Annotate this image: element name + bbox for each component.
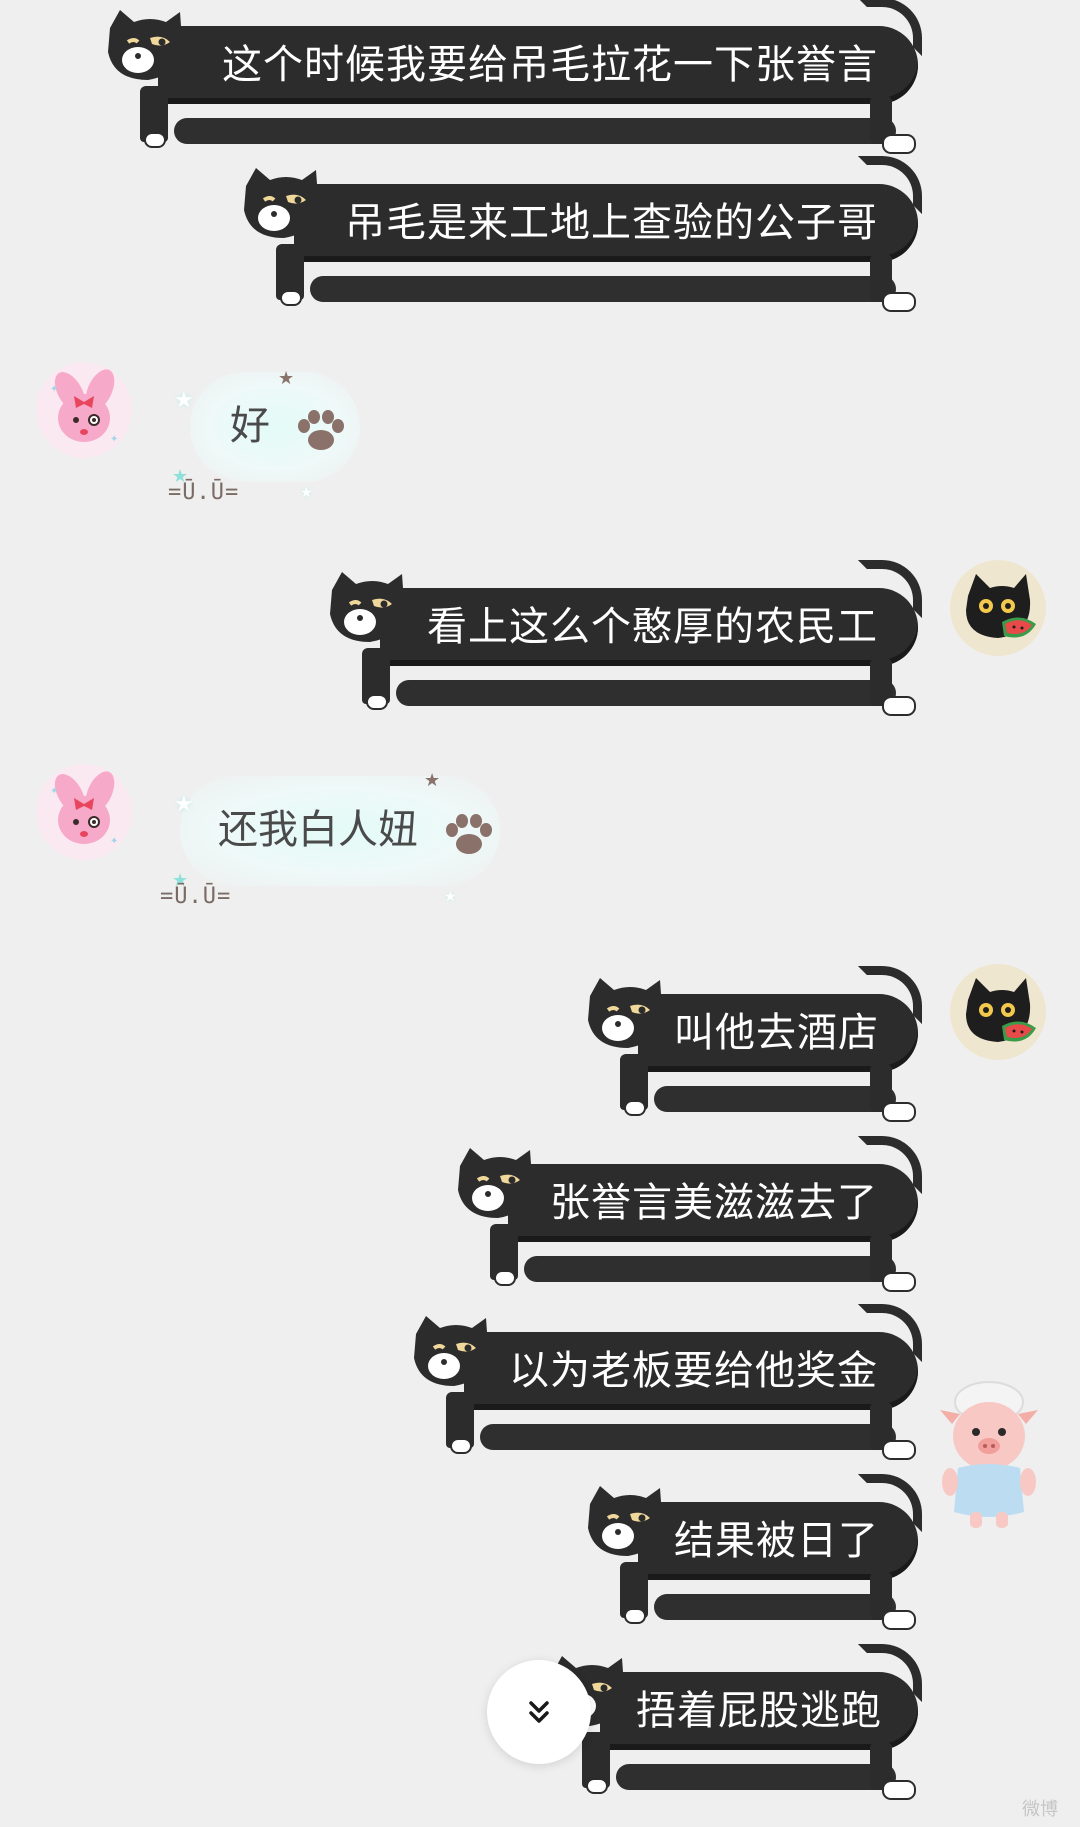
cat-head-icon xyxy=(588,978,663,1048)
message-bubble-received[interactable]: ★ ★ ★ ★ 还我白人妞 =Ū.Ū= xyxy=(160,766,500,909)
message-text: 以为老板要给他奖金 xyxy=(509,1348,878,1394)
star-icon: ★ xyxy=(174,792,194,817)
black-cat-watermelon-icon xyxy=(950,560,1046,656)
cat-head-icon xyxy=(330,572,405,642)
message-bubble-sent[interactable]: 结果被日了 xyxy=(588,1474,922,1630)
black-cat-watermelon-avatar[interactable] xyxy=(950,964,1046,1060)
chat-window: 这个时候我要给吊毛拉花一下张誉言 吊毛是来工地上查验的公子哥 ✦ ✦ ★ ★ ★… xyxy=(0,0,1080,1827)
message-bubble-sent[interactable]: 捂着屁股逃跑 xyxy=(550,1644,922,1800)
message-text: 好 xyxy=(230,403,270,449)
message-text: 还我白人妞 xyxy=(218,807,418,853)
black-cat-watermelon-icon xyxy=(950,964,1046,1060)
black-cat-watermelon-avatar[interactable] xyxy=(950,560,1046,656)
star-icon: ★ xyxy=(278,368,295,389)
svg-text:✦: ✦ xyxy=(50,786,58,797)
cat-head-icon xyxy=(244,168,319,238)
message-text: 捂着屁股逃跑 xyxy=(636,1688,882,1734)
emoticon-face: =Ū.Ū= xyxy=(168,480,240,505)
emoticon-face: =Ū.Ū= xyxy=(160,884,232,909)
cat-head-icon xyxy=(414,1316,489,1386)
star-icon: ★ xyxy=(424,770,441,791)
cat-head-icon xyxy=(108,10,183,80)
paw-icon xyxy=(298,410,344,450)
message-bubble-sent[interactable]: 吊毛是来工地上查验的公子哥 xyxy=(244,156,922,312)
message-bubble-sent[interactable]: 看上这么个憨厚的农民工 xyxy=(330,560,922,716)
cat-head-icon xyxy=(458,1148,533,1218)
message-bubble-sent[interactable]: 以为老板要给他奖金 xyxy=(414,1304,922,1460)
message-text: 吊毛是来工地上查验的公子哥 xyxy=(345,200,878,246)
message-text: 叫他去酒店 xyxy=(674,1010,879,1056)
star-icon: ★ xyxy=(444,889,457,905)
cat-head-icon xyxy=(588,1486,663,1556)
double-chevron-down-icon xyxy=(529,1701,549,1723)
message-text: 结果被日了 xyxy=(674,1518,879,1564)
message-bubble-sent[interactable]: 这个时候我要给吊毛拉花一下张誉言 xyxy=(108,0,922,154)
message-bubble-sent[interactable]: 叫他去酒店 xyxy=(588,966,922,1122)
pink-bunny-icon: ✦ ✦ xyxy=(36,764,132,860)
svg-text:✦: ✦ xyxy=(50,384,58,395)
scroll-to-bottom-button[interactable] xyxy=(487,1660,591,1764)
message-text: 这个时候我要给吊毛拉花一下张誉言 xyxy=(222,42,878,88)
watermark: 微博 xyxy=(1022,1799,1058,1820)
pink-bunny-icon: ✦ ✦ xyxy=(36,362,132,458)
svg-text:✦: ✦ xyxy=(110,836,118,847)
star-icon: ★ xyxy=(300,485,313,501)
pink-bunny-avatar[interactable]: ✦ ✦ xyxy=(36,362,132,458)
message-text: 看上这么个憨厚的农民工 xyxy=(427,604,878,650)
pink-bunny-avatar[interactable]: ✦ ✦ xyxy=(36,764,132,860)
pig-towel-icon xyxy=(940,1381,1038,1528)
pig-towel-avatar[interactable] xyxy=(930,1372,1048,1532)
message-text: 张誉言美滋滋去了 xyxy=(550,1180,878,1226)
svg-text:✦: ✦ xyxy=(110,434,118,445)
message-bubble-sent[interactable]: 张誉言美滋滋去了 xyxy=(458,1136,922,1292)
message-bubble-received[interactable]: ★ ★ ★ ★ 好 =Ū.Ū= xyxy=(168,362,360,505)
star-icon: ★ xyxy=(174,388,194,413)
paw-icon xyxy=(446,814,492,854)
